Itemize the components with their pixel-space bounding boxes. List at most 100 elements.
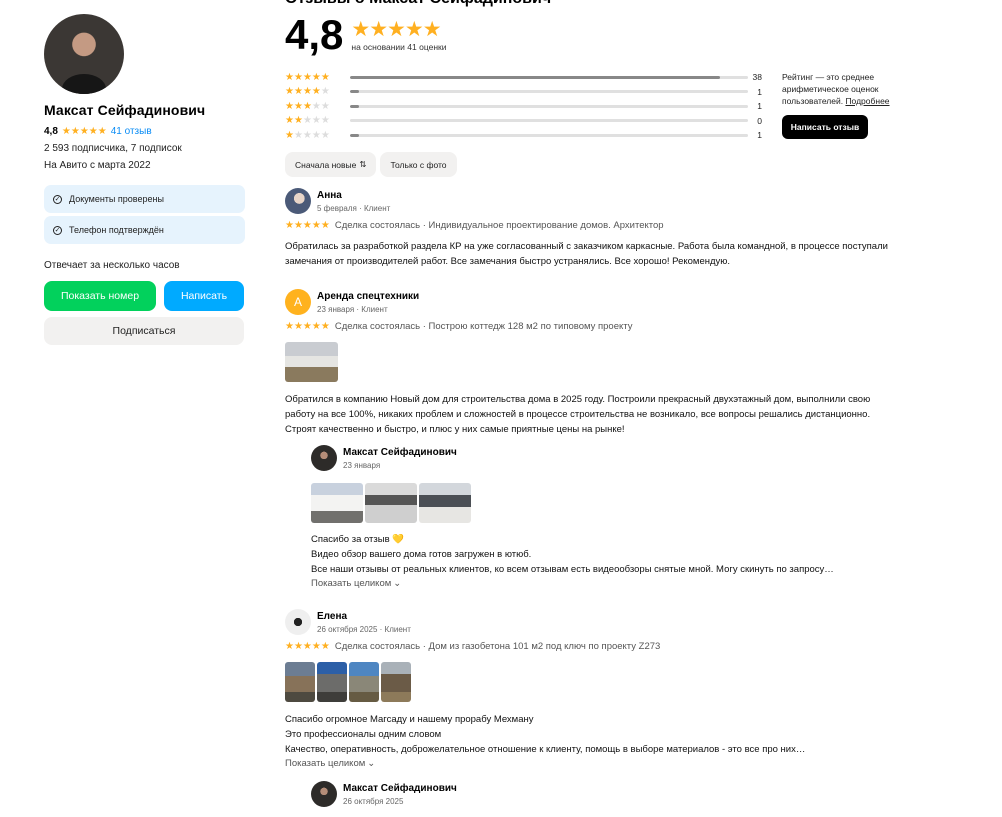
review-photo[interactable] xyxy=(285,662,315,702)
review-date: 5 февраля · Клиент xyxy=(317,203,391,213)
rating-row-bar xyxy=(350,75,748,79)
rating-stars-icon: ★★★★★ xyxy=(351,17,441,41)
review-text: Спасибо огромное Магсаду и нашему прораб… xyxy=(285,712,895,757)
rating-row-bar xyxy=(350,119,748,123)
rating-row-bar xyxy=(350,133,748,137)
show-number-button[interactable]: Показать номер xyxy=(44,281,156,311)
seller-since: На Авито с марта 2022 xyxy=(44,160,151,171)
seller-rating-row: 4,8 ★★★★★ 41 отзыв xyxy=(44,126,246,137)
review-photo[interactable] xyxy=(381,662,411,702)
rating-row-5: ★★★★★ 38 xyxy=(285,70,763,85)
verification-documents-label: Документы проверены xyxy=(69,194,164,204)
review-item: А Аренда спецтехники 23 января · Клиент … xyxy=(285,289,895,589)
show-full-review-link[interactable]: Показать целиком ⌄ xyxy=(285,758,895,769)
review-filters: Сначала новые ⇅ Только с фото xyxy=(285,152,457,177)
response-time: Отвечает за несколько часов xyxy=(44,260,180,271)
reviewer-avatar[interactable]: А xyxy=(285,289,311,315)
rating-row-3: ★★★★★ 1 xyxy=(285,99,763,114)
rating-more-link[interactable]: Подробнее xyxy=(845,96,889,106)
reply-photo[interactable] xyxy=(365,483,417,523)
seller-reply-date: 23 января xyxy=(343,460,381,470)
seller-reply-avatar[interactable] xyxy=(311,445,337,471)
reviewer-name[interactable]: Анна xyxy=(317,190,390,201)
reviewer-avatar[interactable] xyxy=(285,609,311,635)
rating-row-bar xyxy=(350,104,748,108)
rating-row-bar xyxy=(350,90,748,94)
seller-reply: Максат Сейфадинович 26 октября 2025 xyxy=(311,781,457,807)
reviews-header: Отзывы о Максат Сейфадинович xyxy=(285,0,551,8)
photos-only-chip[interactable]: Только с фото xyxy=(380,152,457,177)
rating-row-2: ★★★★★ 0 xyxy=(285,114,763,129)
sort-icon: ⇅ xyxy=(359,159,367,169)
review-date: 26 октября 2025 · Клиент xyxy=(317,624,411,634)
review-text: Обратилась за разработкой раздела КР на … xyxy=(285,241,888,267)
chevron-down-icon: ⌄ xyxy=(393,578,402,589)
reply-photo[interactable] xyxy=(311,483,363,523)
review-line: Это профессионалы одним словом xyxy=(285,729,442,740)
review-text: Обратился в компанию Новый дом для строи… xyxy=(285,394,871,435)
reviewer-name[interactable]: Аренда спецтехники xyxy=(317,291,419,302)
seller-rating-stars-icon: ★★★★★ xyxy=(61,126,107,137)
rating-row-stars-icon: ★★★★★ xyxy=(285,115,330,127)
review-date: 23 января · Клиент xyxy=(317,304,388,314)
review-stars-icon: ★★★★★ xyxy=(285,321,330,332)
chevron-down-icon: ⌄ xyxy=(367,758,376,769)
review-photo[interactable] xyxy=(349,662,379,702)
seller-profile: Максат Сейфадинович 4,8 ★★★★★ 41 отзыв 2… xyxy=(44,14,246,345)
review-item: Елена 26 октября 2025 · Клиент ★★★★★ Сде… xyxy=(285,609,895,807)
review-deal: Сделка состоялась · Индивидуальное проек… xyxy=(334,220,664,231)
check-circle-icon: ✓ xyxy=(53,225,62,235)
reviewer-name[interactable]: Елена xyxy=(317,611,411,622)
review-photo[interactable] xyxy=(317,662,347,702)
rating-row-bar-fill xyxy=(350,133,359,137)
rating-basis: на основании 41 оценки xyxy=(351,41,447,52)
show-full-label: Показать целиком xyxy=(311,578,392,589)
review-line: Качество, оперативность, доброжелательно… xyxy=(285,744,806,755)
subscribe-button[interactable]: Подписаться xyxy=(44,317,244,345)
review-stars-icon: ★★★★★ xyxy=(285,220,330,231)
show-full-reply-link[interactable]: Показать целиком ⌄ xyxy=(311,578,891,589)
verification-phone-label: Телефон подтверждён xyxy=(69,225,164,235)
sort-newest-chip[interactable]: Сначала новые ⇅ xyxy=(285,152,377,177)
rating-row-stars-icon: ★★★★★ xyxy=(285,71,330,83)
review-item: Анна 5 февраля · Клиент ★★★★★ Сделка сос… xyxy=(285,188,895,269)
rating-distribution: ★★★★★ 38 ★★★★★ 1 ★★★★★ 1 ★★★★★ 0 ★★★★★ 1 xyxy=(285,70,763,143)
review-deal: Сделка состоялась · Дом из газобетона 10… xyxy=(334,641,661,652)
rating-row-1: ★★★★★ 1 xyxy=(285,128,763,143)
verification-documents: ✓ Документы проверены xyxy=(44,185,245,213)
seller-reviews-link[interactable]: 41 отзыв xyxy=(111,126,152,137)
rating-row-stars-icon: ★★★★★ xyxy=(285,100,330,112)
rating-note: Рейтинг — это среднее арифметическое оце… xyxy=(782,71,912,107)
write-message-button[interactable]: Написать xyxy=(164,281,244,311)
review-photo[interactable] xyxy=(285,342,338,382)
seller-reply: Максат Сейфадинович 23 января Спасибо за… xyxy=(311,445,891,589)
seller-reply-date: 26 октября 2025 xyxy=(343,796,404,806)
rating-row-4: ★★★★★ 1 xyxy=(285,85,763,100)
photos-only-label: Только с фото xyxy=(390,159,447,170)
rating-row-bar-fill xyxy=(350,104,359,108)
reply-line: Спасибо за отзыв 💛 xyxy=(311,534,405,545)
seller-subscribers[interactable]: 2 593 подписчика, 7 подписок xyxy=(44,143,246,154)
rating-row-stars-icon: ★★★★★ xyxy=(285,86,330,98)
review-line: Спасибо огромное Магсаду и нашему прораб… xyxy=(285,714,534,725)
review-stars-icon: ★★★★★ xyxy=(285,641,330,652)
rating-row-stars-icon: ★★★★★ xyxy=(285,129,330,141)
rating-row-bar-fill xyxy=(350,90,359,94)
reply-line: Все наши отзывы от реальных клиентов, ко… xyxy=(311,564,834,575)
seller-reply-name[interactable]: Максат Сейфадинович xyxy=(343,447,457,458)
seller-reply-avatar[interactable] xyxy=(311,781,337,807)
rating-summary: 4,8 ★★★★★ на основании 41 оценки xyxy=(285,14,446,56)
sort-label: Сначала новые xyxy=(295,159,357,170)
write-review-button[interactable]: Написать отзыв xyxy=(782,115,868,139)
seller-rating-value: 4,8 xyxy=(44,126,58,137)
reply-line: Видео обзор вашего дома готов загружен в… xyxy=(311,549,532,560)
rating-big-value: 4,8 xyxy=(285,11,344,58)
show-full-label: Показать целиком xyxy=(285,758,366,769)
seller-reply-name[interactable]: Максат Сейфадинович xyxy=(343,783,457,794)
reviewer-avatar[interactable] xyxy=(285,188,311,214)
seller-avatar[interactable] xyxy=(44,14,124,94)
check-circle-icon: ✓ xyxy=(53,194,62,204)
seller-name: Максат Сейфадинович xyxy=(44,102,206,118)
seller-reply-text: Спасибо за отзыв 💛 Видео обзор вашего до… xyxy=(311,532,891,577)
reply-photo[interactable] xyxy=(419,483,471,523)
